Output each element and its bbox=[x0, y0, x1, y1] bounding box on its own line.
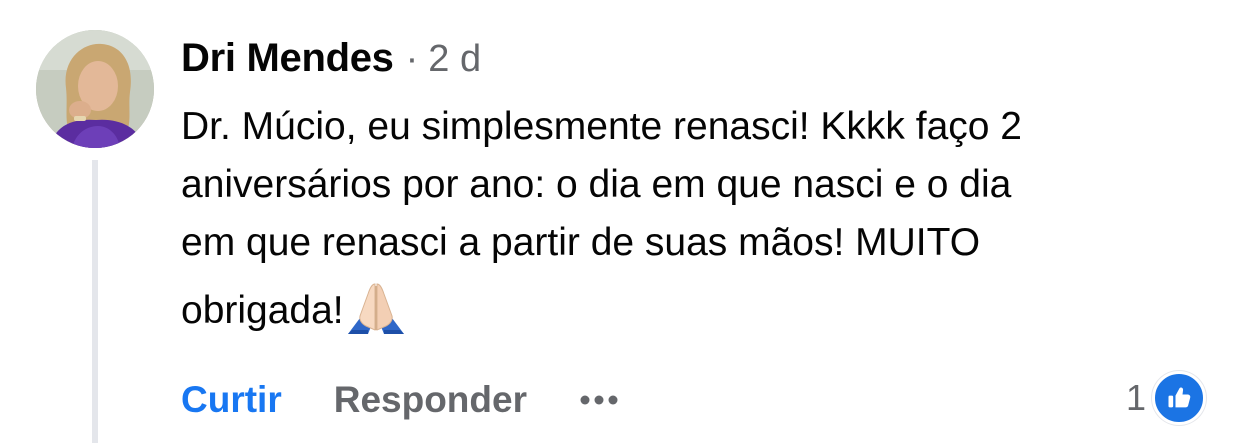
avatar[interactable] bbox=[36, 30, 154, 148]
like-reaction-badge bbox=[1152, 371, 1206, 425]
comment-timestamp[interactable]: 2 d bbox=[428, 38, 481, 81]
author-name[interactable]: Dri Mendes bbox=[181, 36, 394, 81]
avatar-photo bbox=[36, 30, 154, 148]
comment-text-line: Dr. Múcio, eu simplesmente renasci! Kkkk… bbox=[181, 105, 1022, 148]
comment-header: Dri Mendes · 2 d bbox=[181, 36, 481, 88]
comment-text-line: obrigada! bbox=[181, 289, 344, 332]
comment-actions: Curtir Responder bbox=[181, 374, 619, 426]
like-thumb-icon bbox=[1168, 387, 1191, 408]
pray-emoji-icon bbox=[347, 283, 404, 334]
comment-text-line: em que renasci a partir de suas mãos! MU… bbox=[181, 221, 981, 264]
comment-text-last-line: obrigada! bbox=[181, 280, 1191, 340]
thread-line bbox=[92, 160, 98, 443]
reaction-count: 1 bbox=[1125, 377, 1146, 418]
comment-text-line: aniversários por ano: o dia em que nasci… bbox=[181, 163, 1012, 206]
comment: Dri Mendes · 2 d Dr. Múcio, eu simplesme… bbox=[0, 0, 1242, 443]
more-dots-icon bbox=[580, 395, 618, 405]
like-button[interactable]: Curtir bbox=[181, 379, 282, 421]
comment-body: Dr. Múcio, eu simplesmente renasci! Kkkk… bbox=[181, 98, 1191, 340]
more-options-button[interactable] bbox=[579, 380, 619, 420]
reaction-summary[interactable]: 1 bbox=[1125, 371, 1206, 425]
reply-button[interactable]: Responder bbox=[334, 379, 527, 421]
header-separator: · bbox=[405, 38, 419, 80]
